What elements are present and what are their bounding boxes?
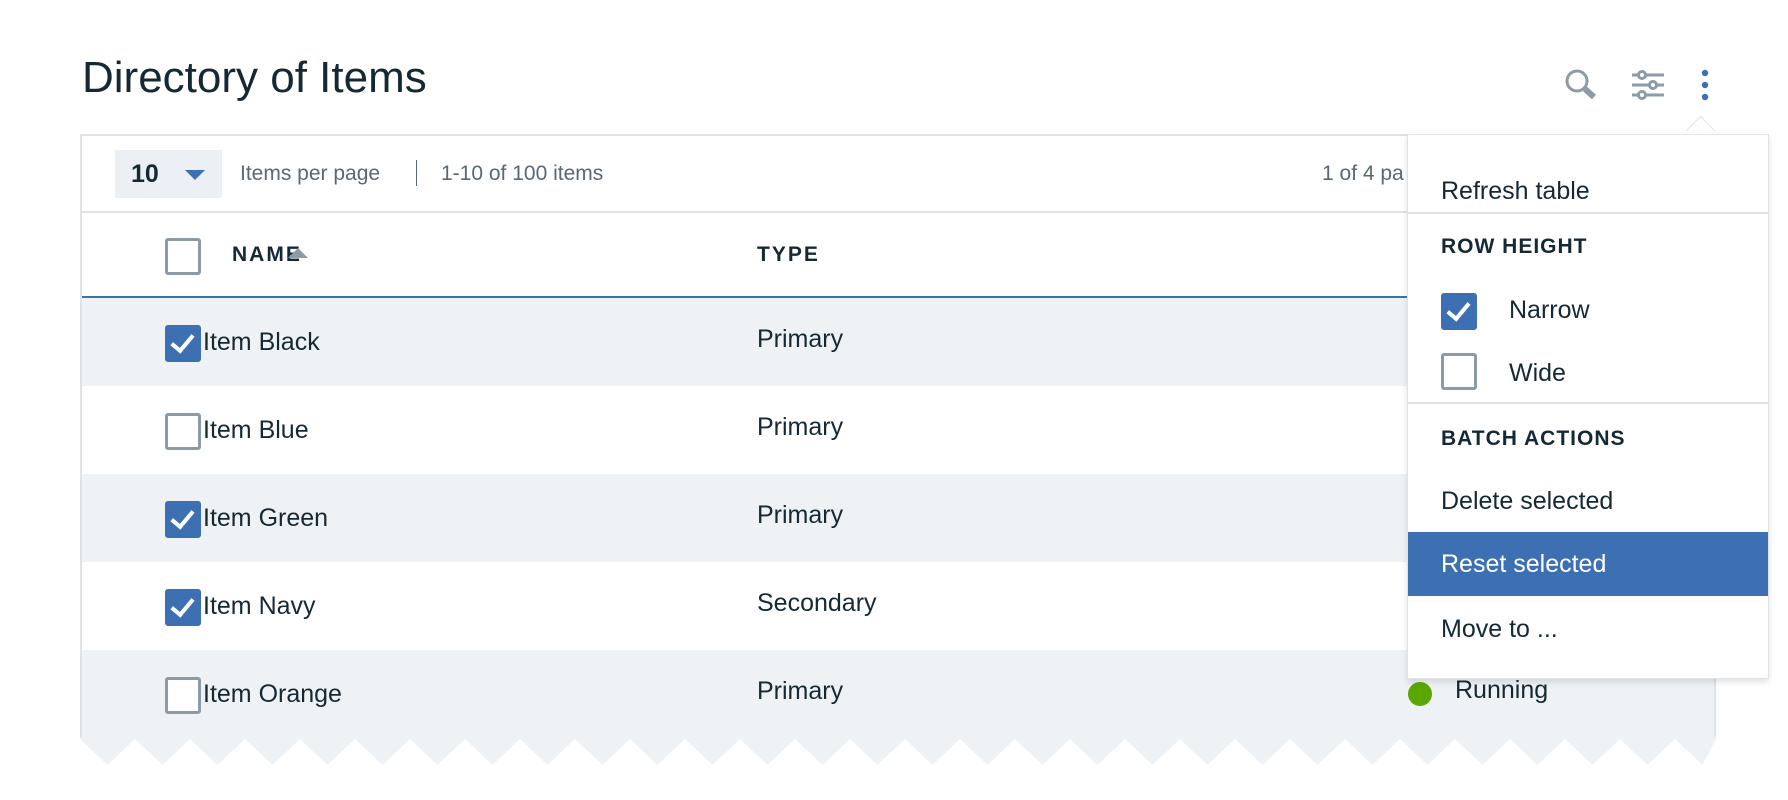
row-name: Item Green <box>203 504 329 532</box>
chevron-down-icon <box>185 170 205 180</box>
menu-heading-batch-actions: BATCH ACTIONS <box>1441 427 1626 450</box>
menu-heading-row-height: ROW HEIGHT <box>1441 235 1588 258</box>
overflow-menu: Refresh table ROW HEIGHT Narrow Wide BAT… <box>1407 134 1769 679</box>
items-per-page-label: Items per page <box>240 162 381 185</box>
menu-item-delete-selected[interactable]: Delete selected <box>1408 485 1768 517</box>
items-per-page-select[interactable]: 10 <box>115 150 222 198</box>
row-name: Item Blue <box>203 416 309 444</box>
menu-option-narrow[interactable]: Narrow <box>1408 294 1768 326</box>
page-count-label: 1 of 4 pa <box>1322 162 1404 185</box>
row-name: Item Navy <box>203 592 316 620</box>
torn-edge-shape <box>80 737 1716 765</box>
filter-sliders-icon[interactable] <box>1631 70 1665 100</box>
row-type: Secondary <box>757 589 877 617</box>
menu-divider <box>1408 212 1768 214</box>
items-per-page-value: 10 <box>131 160 159 188</box>
menu-item-move-to[interactable]: Move to ... <box>1408 613 1768 645</box>
row-type: Primary <box>757 325 844 353</box>
row-checkbox[interactable] <box>165 677 201 714</box>
menu-item-reset-selected[interactable]: Reset selected <box>1408 532 1768 596</box>
row-name: Item Orange <box>203 680 342 708</box>
sort-ascending-icon[interactable] <box>288 248 308 258</box>
toolbar-divider <box>416 160 417 186</box>
page-title: Directory of Items <box>82 53 427 102</box>
search-icon[interactable] <box>1564 68 1600 102</box>
row-type: Primary <box>757 413 844 441</box>
row-name: Item Black <box>203 328 320 356</box>
row-checkbox[interactable] <box>165 501 201 538</box>
menu-option-wide[interactable]: Wide <box>1408 357 1768 389</box>
row-checkbox[interactable] <box>165 325 201 362</box>
menu-item-refresh-table[interactable]: Refresh table <box>1408 175 1768 207</box>
row-checkbox[interactable] <box>165 589 201 626</box>
status-dot-icon <box>1408 682 1432 706</box>
select-all-checkbox[interactable] <box>165 238 201 275</box>
item-range-label: 1-10 of 100 items <box>441 162 604 185</box>
row-type: Primary <box>757 677 844 705</box>
menu-divider <box>1408 402 1768 404</box>
torn-edge <box>80 737 1716 765</box>
overflow-menu-icon[interactable] <box>1698 66 1712 104</box>
row-checkbox[interactable] <box>165 413 201 450</box>
row-type: Primary <box>757 501 844 529</box>
column-header-type[interactable]: TYPE <box>757 241 820 269</box>
